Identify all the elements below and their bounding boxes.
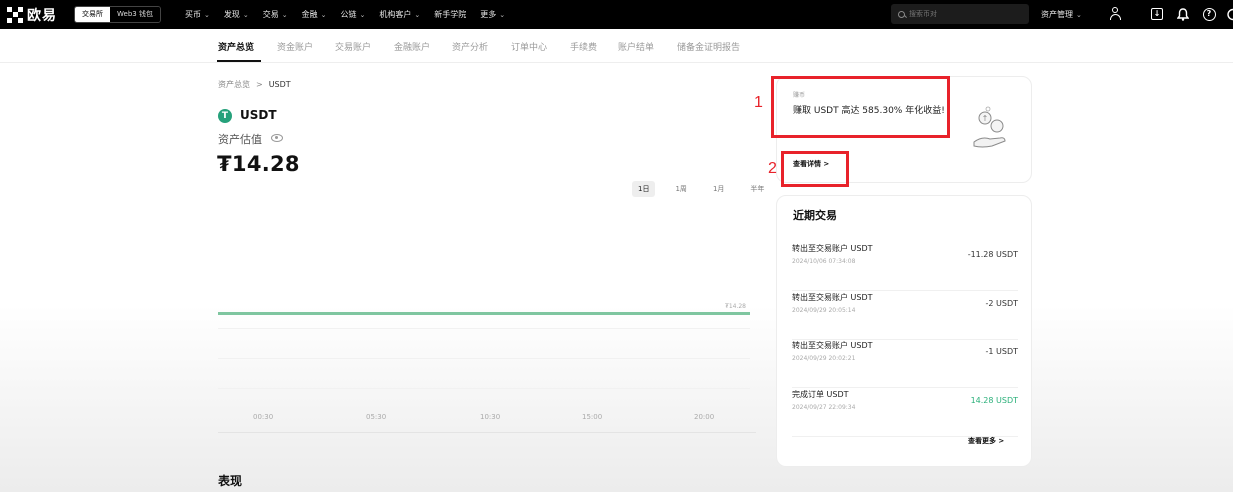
trade-time: 2024/09/29 20:05:14 (792, 307, 856, 314)
chevron-down-icon: ⌄ (203, 10, 210, 19)
top-bar: 欧易 交易所 Web3 钱包 买币 ⌄ 发现 ⌄ 交易 ⌄ 金融 ⌄ 公链 ⌄ 机构客户 ⌄… (0, 0, 1233, 29)
range-tabs: 1日 1周 1月 半年 (632, 181, 784, 197)
trade-amount: -1 USDT (985, 347, 1019, 356)
nav-item-discover[interactable]: 发现 ⌄ (224, 9, 249, 20)
subnav-active-indicator (217, 60, 261, 62)
help-icon[interactable]: ? (1202, 7, 1216, 21)
user-icon[interactable] (1108, 7, 1122, 21)
chart-grid-line (218, 388, 750, 389)
trade-time: 2024/09/29 20:02:21 (792, 355, 856, 362)
nav-item-academy[interactable]: 新手学院 (434, 9, 466, 20)
chart-x-tick: 15:00 (582, 413, 603, 421)
mode-switch: 交易所 Web3 钱包 (74, 6, 161, 23)
main-nav: 买币 ⌄ 发现 ⌄ 交易 ⌄ 金融 ⌄ 公链 ⌄ 机构客户 ⌄ 新手学院 更多 ⌄ (185, 9, 519, 20)
search-box[interactable] (891, 4, 1029, 24)
trade-row[interactable]: 转出至交易账户 USDT 2024/09/29 20:02:21 -1 USDT (792, 340, 1018, 388)
chevron-down-icon: ⌄ (242, 10, 249, 19)
search-input[interactable] (909, 10, 1019, 18)
nav-item-institutional[interactable]: 机构客户 ⌄ (379, 9, 420, 20)
trade-row[interactable]: 完成订单 USDT 2024/09/27 22:09:34 14.28 USDT (792, 389, 1018, 437)
breadcrumb-separator-icon: > (256, 80, 263, 89)
trade-amount: -2 USDT (985, 299, 1019, 308)
view-more-link[interactable]: 查看更多 > (968, 436, 1004, 446)
subnav-order-center[interactable]: 订单中心 (511, 40, 547, 53)
asset-management-menu[interactable]: 资产管理 ⌄ (1041, 9, 1082, 20)
chart-series-line (218, 312, 750, 315)
breadcrumb-current: USDT (268, 80, 291, 89)
globe-icon[interactable] (1226, 7, 1233, 21)
breadcrumb: 资产总览 > USDT (218, 79, 291, 90)
chart-x-tick: 20:00 (694, 413, 715, 421)
chevron-down-icon: ⌄ (320, 10, 327, 19)
subnav-proof-of-reserves[interactable]: 储备金证明报告 (677, 40, 740, 53)
usdt-icon: T (218, 109, 232, 123)
performance-title: 表现 (218, 474, 243, 488)
range-tab-1m[interactable]: 1月 (707, 181, 730, 197)
chevron-down-icon: ⌄ (499, 10, 506, 19)
chart-grid-line (218, 358, 750, 359)
nav-item-trade[interactable]: 交易 ⌄ (263, 9, 288, 20)
annotation-box-2 (781, 151, 849, 187)
annotation-number-1: 1 (754, 94, 763, 111)
annotation-box-1 (771, 76, 950, 138)
eye-icon[interactable] (271, 134, 283, 142)
chart-grid-line (218, 328, 750, 329)
range-tab-6m[interactable]: 半年 (744, 181, 770, 197)
chevron-down-icon: ⌄ (281, 10, 288, 19)
trade-name: 转出至交易账户 USDT (792, 293, 873, 302)
mode-exchange-tab[interactable]: 交易所 (75, 7, 110, 22)
okx-logo-icon (7, 6, 23, 23)
coin-hand-icon: ↑ (973, 106, 1006, 148)
trade-amount: -11.28 USDT (967, 250, 1018, 259)
recent-trades-title: 近期交易 (793, 209, 837, 222)
bell-icon[interactable] (1176, 7, 1190, 21)
nav-item-more[interactable]: 更多 ⌄ (480, 9, 505, 20)
balance-value: ₮14.28 (217, 152, 300, 176)
trade-row[interactable]: 转出至交易账户 USDT 2024/09/29 20:05:14 -2 USDT (792, 292, 1018, 340)
account-subnav: 资产总览 资金账户 交易账户 金融账户 资产分析 订单中心 手续费 账户结单 储… (0, 29, 1233, 63)
download-icon[interactable]: ↓ (1150, 7, 1164, 21)
annotation-number-2: 2 (768, 160, 777, 177)
breadcrumb-asset-overview[interactable]: 资产总览 (218, 80, 250, 89)
range-tab-1d[interactable]: 1日 (632, 181, 656, 197)
subnav-funding-account[interactable]: 资金账户 (277, 40, 313, 53)
logo-text: 欧易 (27, 7, 57, 24)
trade-amount: 14.28 USDT (970, 396, 1018, 405)
coin-name: USDT (240, 108, 277, 122)
search-icon (898, 10, 905, 18)
chart-x-tick: 05:30 (366, 413, 387, 421)
nav-item-buy[interactable]: 买币 ⌄ (185, 9, 210, 20)
nav-item-finance[interactable]: 金融 ⌄ (302, 9, 327, 20)
chart-x-tick: 10:30 (480, 413, 501, 421)
chevron-down-icon: ⌄ (1076, 10, 1082, 19)
trade-name: 转出至交易账户 USDT (792, 244, 873, 253)
mode-web3-tab[interactable]: Web3 钱包 (110, 7, 160, 22)
subnav-statements[interactable]: 账户结单 (618, 40, 654, 53)
subnav-trading-account[interactable]: 交易账户 (335, 40, 371, 53)
svg-text:↑: ↑ (982, 114, 989, 123)
trade-name: 转出至交易账户 USDT (792, 341, 873, 350)
subnav-fees[interactable]: 手续费 (570, 40, 597, 53)
chevron-down-icon: ⌄ (359, 10, 366, 19)
asset-valuation-label: 资产估值 (218, 133, 262, 146)
trade-time: 2024/09/27 22:09:34 (792, 404, 856, 411)
nav-item-chain[interactable]: 公链 ⌄ (340, 9, 365, 20)
subnav-asset-analysis[interactable]: 资产分析 (452, 40, 488, 53)
balance-chart: ₮14.28 (218, 300, 750, 430)
okx-logo[interactable]: 欧易 (7, 5, 57, 25)
trade-name: 完成订单 USDT (792, 390, 849, 399)
subnav-finance-account[interactable]: 金融账户 (394, 40, 430, 53)
chart-divider (218, 432, 756, 433)
subnav-asset-overview[interactable]: 资产总览 (218, 40, 254, 53)
chart-end-label: ₮14.28 (725, 303, 746, 310)
chevron-down-icon: ⌄ (414, 10, 421, 19)
range-tab-1w[interactable]: 1周 (669, 181, 692, 197)
trade-row[interactable]: 转出至交易账户 USDT 2024/10/06 07:34:08 -11.28 … (792, 243, 1018, 291)
trade-time: 2024/10/06 07:34:08 (792, 258, 856, 265)
chart-x-tick: 00:30 (253, 413, 274, 421)
